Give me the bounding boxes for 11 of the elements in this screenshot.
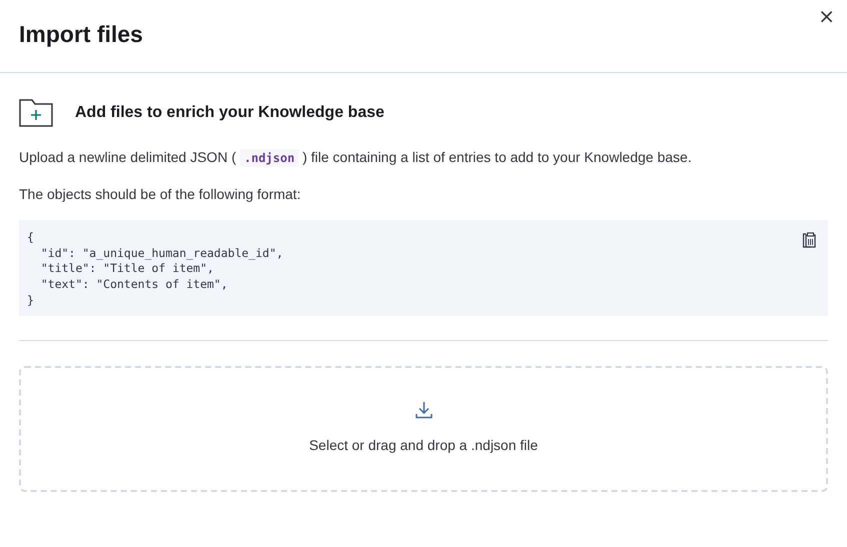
modal-title: Import files bbox=[19, 20, 143, 48]
format-note: The objects should be of the following format: bbox=[19, 185, 302, 203]
section-heading: Add files to enrich your Knowledge base bbox=[75, 104, 384, 122]
download-icon bbox=[414, 401, 432, 419]
description-text: Upload a newline delimited JSON ( .ndjson ) file containing a list of entries to add to your Knowledge base. bbox=[19, 148, 693, 167]
code-text: { "id": "a_unique_human_readable_id", "title": "Title of item", "text": "Contents of item", } bbox=[27, 230, 284, 306]
folder-plus-icon bbox=[19, 99, 53, 127]
file-dropzone[interactable]: Select or drag and drop a .ndjson file bbox=[19, 366, 828, 492]
copy-icon[interactable] bbox=[802, 232, 816, 248]
dropzone-prompt: Select or drag and drop a .ndjson file bbox=[309, 437, 538, 453]
close-button[interactable]: × bbox=[814, 8, 839, 24]
